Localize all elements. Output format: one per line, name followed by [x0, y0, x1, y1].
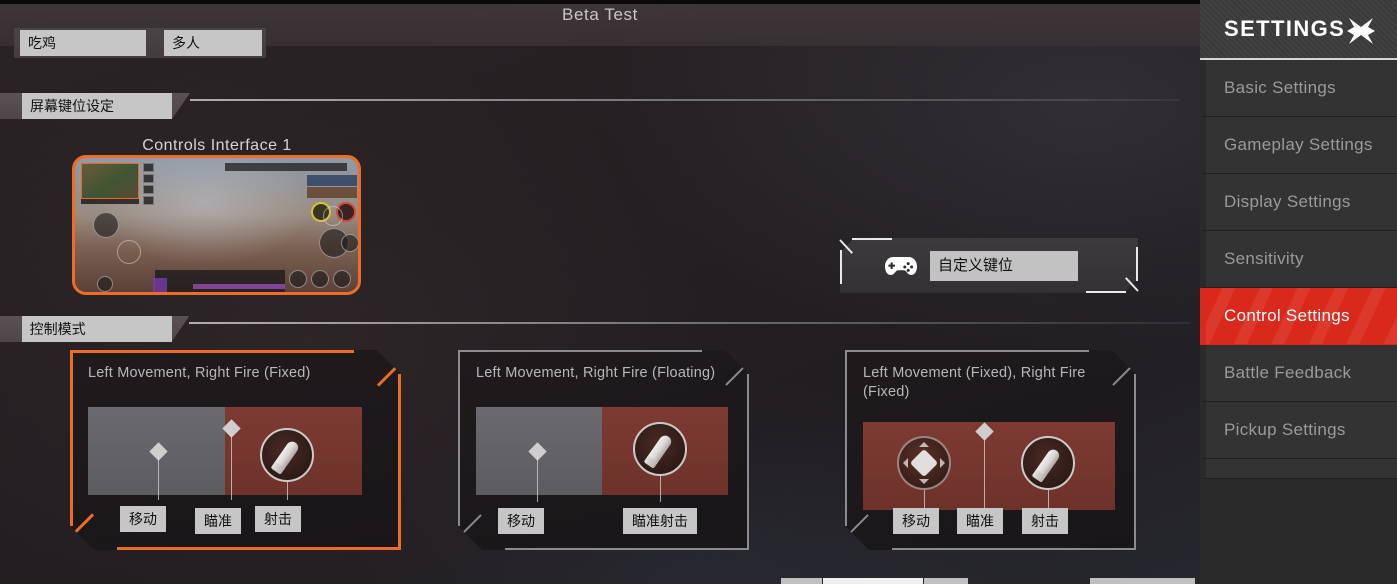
hud-button-icon — [143, 196, 154, 205]
caption-move: 移动 — [893, 508, 939, 534]
move-leader-line — [158, 458, 159, 500]
section-rule — [190, 99, 1180, 101]
sidebar-item-gameplay-settings[interactable]: Gameplay Settings — [1200, 117, 1397, 174]
caption-move: 移动 — [120, 506, 166, 532]
sidebar-item-display-settings[interactable]: Display Settings — [1200, 174, 1397, 231]
control-mode-title: Left Movement (Fixed), Right Fire (Fixed… — [863, 365, 1086, 400]
minimap-bar — [81, 199, 139, 204]
caption-move: 移动 — [498, 508, 544, 534]
control-mode-card-fixed-both[interactable]: Left Movement (Fixed), Right Fire (Fixed… — [845, 350, 1136, 550]
tab-multiplayer[interactable]: 多人 — [154, 28, 266, 58]
section-screen-layout-label: 屏幕键位设定 — [22, 93, 172, 119]
mode-tab-strip: 吃鸡 多人 — [14, 28, 266, 58]
section-control-mode-label: 控制模式 — [21, 316, 172, 342]
sidebar-item-label: Gameplay Settings — [1224, 135, 1373, 154]
section-screen-layout: 屏幕键位设定 — [0, 93, 1190, 119]
sidebar-item-control-settings[interactable]: Control Settings — [1200, 288, 1397, 345]
hud-melee-icon — [341, 234, 358, 252]
aim-leader-line — [984, 438, 985, 510]
section-tail — [172, 93, 190, 119]
tab-battle-royale-label: 吃鸡 — [20, 30, 146, 56]
hud-health-icon — [153, 278, 167, 292]
bottom-partial-element[interactable] — [924, 578, 968, 584]
sidebar-item-basic-settings[interactable]: Basic Settings — [1200, 60, 1397, 117]
custom-keybind-button[interactable]: 自定义键位 — [840, 238, 1138, 293]
hud-map-icon — [97, 276, 113, 292]
hud-teammate-card — [307, 187, 357, 198]
hud-button-icon — [143, 185, 154, 194]
control-mode-options: Left Movement, Right Fire (Fixed) 移动 瞄准 … — [0, 350, 1200, 560]
fire-button-icon — [260, 428, 314, 482]
hud-button-icon — [143, 163, 154, 172]
movement-dpad-icon — [897, 436, 951, 490]
sidebar-item-pickup-settings[interactable]: Pickup Settings — [1200, 402, 1397, 459]
hud-aim-icon — [323, 206, 343, 226]
sidebar-header: SETTINGS — [1200, 0, 1397, 60]
bottom-partial-element[interactable] — [781, 578, 822, 584]
aim-fire-leader-line — [660, 476, 661, 502]
control-mode-card-floating-fire[interactable]: Left Movement, Right Fire (Floating) 移动 … — [458, 350, 749, 550]
section-tail — [171, 316, 190, 342]
hud-status-bar — [225, 163, 347, 171]
control-mode-title: Left Movement, Right Fire (Floating) — [476, 365, 716, 381]
controls-interface-title: Controls Interface 1 — [142, 137, 292, 154]
fire-leader-line — [1048, 490, 1049, 510]
hud-weapon-icon — [93, 212, 119, 238]
bottom-partial-element[interactable] — [1090, 578, 1195, 584]
hud-action-icon — [289, 270, 307, 288]
control-mode-preview — [88, 407, 362, 495]
sidebar-item-label: Control Settings — [1224, 306, 1350, 325]
sidebar-item-label: Pickup Settings — [1224, 420, 1346, 439]
bottom-partial-element[interactable] — [823, 578, 923, 584]
control-mode-card-fixed-fire[interactable]: Left Movement, Right Fire (Fixed) 移动 瞄准 … — [70, 350, 401, 550]
hud-crouch-icon — [311, 270, 329, 288]
settings-screen: Beta Test 吃鸡 多人 屏幕键位设定 Controls Interfac… — [0, 0, 1397, 584]
section-notch — [0, 93, 22, 119]
sidebar-item-label: Basic Settings — [1224, 78, 1336, 97]
section-control-mode: 控制模式 — [0, 316, 1190, 342]
sidebar-item-label: Display Settings — [1224, 192, 1351, 211]
section-notch — [0, 316, 22, 342]
caption-aim: 瞄准 — [957, 508, 1003, 534]
close-x-icon[interactable] — [1347, 18, 1375, 44]
gamepad-icon — [884, 254, 918, 278]
sidebar-item-sensitivity[interactable]: Sensitivity — [1200, 231, 1397, 288]
caption-aim-fire: 瞄准射击 — [623, 508, 697, 534]
control-mode-title: Left Movement, Right Fire (Fixed) — [88, 365, 311, 381]
sidebar-item-label: Sensitivity — [1224, 249, 1304, 268]
hud-teammate-card — [307, 175, 357, 186]
fire-button-icon — [1021, 436, 1075, 490]
controls-interface-thumbnail[interactable] — [72, 155, 361, 295]
aim-fire-button-icon — [633, 422, 687, 476]
caption-aim: 瞄准 — [195, 508, 241, 534]
hud-button-icon — [143, 174, 154, 183]
hud-joystick-icon — [117, 240, 141, 264]
custom-keybind-value: 自定义键位 — [930, 251, 1078, 281]
sidebar-item-battle-feedback[interactable]: Battle Feedback — [1200, 345, 1397, 402]
hud-jump-icon — [333, 270, 351, 288]
caption-fire: 射击 — [1022, 508, 1068, 534]
caption-fire: 射击 — [255, 506, 301, 532]
aim-leader-line — [231, 435, 232, 500]
sidebar-item-label: Battle Feedback — [1224, 363, 1352, 382]
settings-sidebar: SETTINGS Basic Settings Gameplay Setting… — [1200, 0, 1397, 584]
hud-shield-bar — [193, 284, 285, 289]
sidebar-partial-item — [1200, 459, 1397, 479]
section-rule — [189, 322, 1190, 324]
tab-multiplayer-label: 多人 — [164, 30, 262, 56]
minimap-icon — [81, 163, 139, 199]
move-leader-line — [924, 490, 925, 510]
fire-leader-line — [287, 482, 288, 500]
move-leader-line — [537, 458, 538, 502]
tab-battle-royale[interactable]: 吃鸡 — [14, 28, 154, 58]
page-title: Beta Test — [562, 5, 638, 24]
control-mode-preview — [476, 407, 728, 495]
sidebar-title: SETTINGS — [1224, 16, 1346, 41]
